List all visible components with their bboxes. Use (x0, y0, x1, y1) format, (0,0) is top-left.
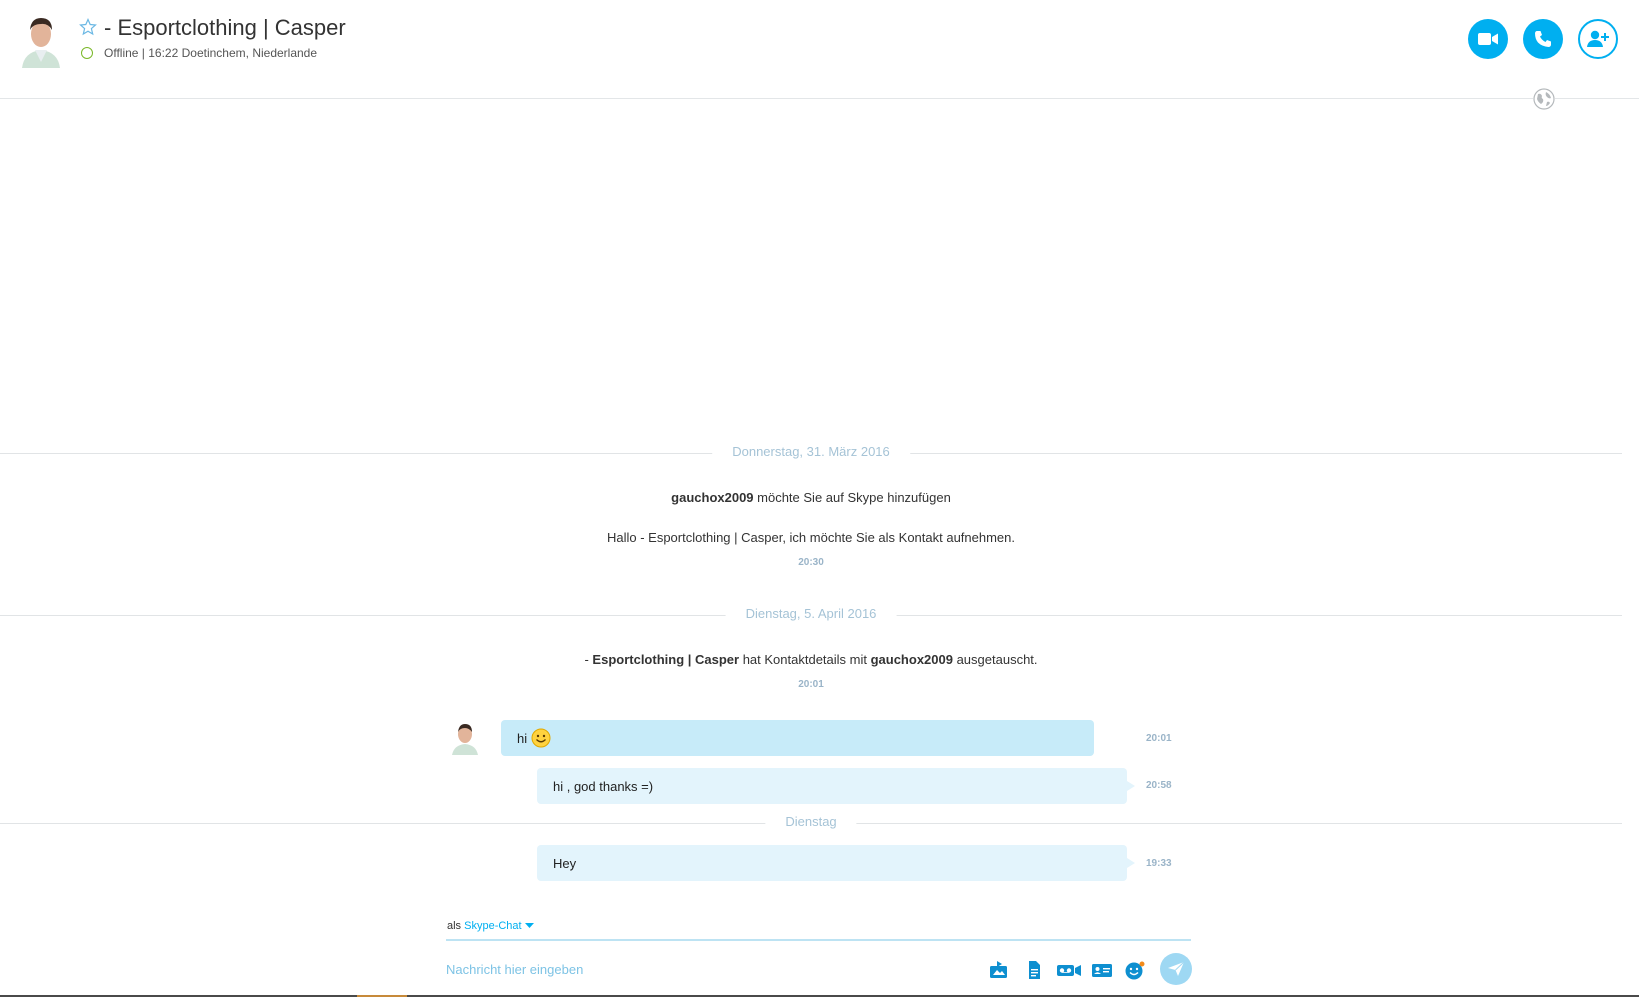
contact-status: Offline | 16:22 Doetinchem, Niederlande (104, 46, 318, 60)
translator-globe-icon[interactable] (1533, 88, 1555, 110)
message-text: hi (517, 730, 528, 746)
contact-exchange-notice: - Esportclothing | Casper hat Kontaktdet… (584, 652, 1038, 667)
contact-avatar[interactable] (18, 12, 64, 68)
send-button[interactable] (1160, 953, 1192, 985)
sender-avatar[interactable] (450, 721, 480, 755)
chat-mode-selector[interactable]: als Skype-Chat (447, 920, 534, 932)
contact-request-notice: gauchox2009 möchte Sie auf Skype hinzufü… (671, 490, 951, 505)
message-bubble-outgoing[interactable]: Hey (537, 845, 1135, 881)
phone-icon (1535, 31, 1551, 47)
video-call-button[interactable] (1468, 19, 1508, 59)
contact-name: - Esportclothing | Casper (104, 15, 346, 40)
add-people-button[interactable] (1578, 19, 1618, 59)
emoticon-icon[interactable] (1124, 960, 1146, 980)
file-icon[interactable] (1023, 960, 1045, 980)
chevron-down-icon (524, 923, 534, 929)
chat-mode-link[interactable]: Skype-Chat (464, 920, 521, 932)
image-send-icon[interactable] (988, 960, 1010, 980)
message-text: Hey (553, 855, 577, 871)
composer-divider (446, 939, 1191, 941)
video-camera-icon (1478, 33, 1498, 45)
contact-request-message: Hallo - Esportclothing | Casper, ich möc… (606, 530, 1016, 545)
day-separator-label: Donnerstag, 31. März 2016 (712, 444, 910, 459)
message-timestamp: 19:33 (1146, 858, 1172, 869)
day-separator: Donnerstag, 31. März 2016 (0, 443, 1622, 463)
send-icon (1168, 961, 1185, 976)
smiley-emoticon-icon (531, 728, 551, 748)
conversation-header: - Esportclothing | Casper Offline | 16:2… (0, 0, 1639, 99)
message-timestamp: 20:01 (1146, 733, 1172, 744)
message-timestamp: 20:30 (798, 557, 824, 568)
day-separator: Dienstag (0, 813, 1622, 833)
presence-offline-icon (81, 47, 93, 59)
message-bubble-incoming[interactable]: hi (501, 720, 1094, 756)
add-person-icon (1587, 30, 1609, 47)
audio-call-button[interactable] (1523, 19, 1563, 59)
favorite-star-icon[interactable] (79, 18, 97, 36)
day-separator-label: Dienstag, 5. April 2016 (725, 606, 897, 621)
message-timestamp: 20:58 (1146, 780, 1172, 791)
message-timestamp: 20:01 (798, 679, 824, 690)
day-separator-label: Dienstag (765, 814, 857, 829)
requester-name: gauchox2009 (671, 490, 754, 505)
day-separator: Dienstag, 5. April 2016 (0, 605, 1622, 625)
message-input[interactable] (446, 958, 946, 980)
video-message-icon[interactable] (1056, 960, 1082, 980)
message-bubble-outgoing[interactable]: hi , god thanks =) (537, 768, 1135, 804)
contact-card-icon[interactable] (1091, 960, 1113, 980)
message-text: hi , god thanks =) (553, 778, 654, 794)
